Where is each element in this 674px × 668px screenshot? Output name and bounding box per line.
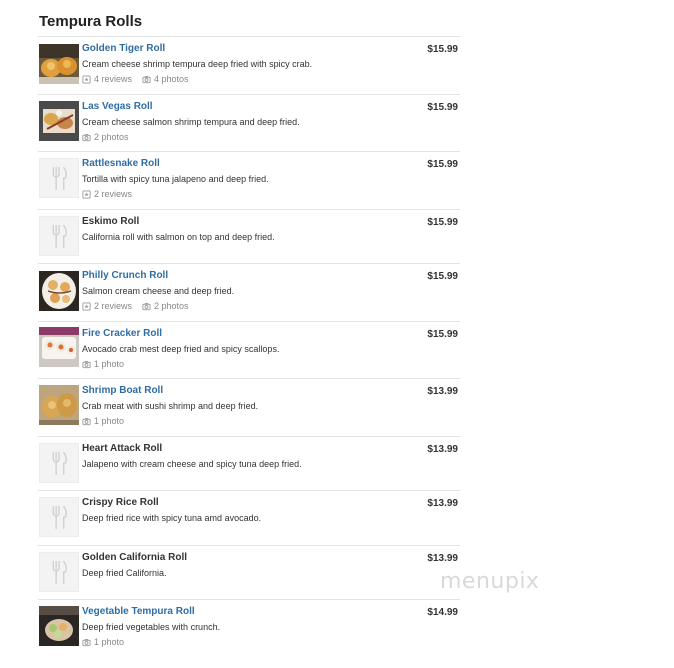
item-photo[interactable] xyxy=(39,101,79,141)
review-icon xyxy=(82,189,94,199)
menu-item: Golden California Roll $13.99 Deep fried C… xyxy=(38,545,460,599)
menu-item[interactable]: Shrimp Boat Roll $13.99 Crab meat with sus… xyxy=(38,378,460,436)
item-price: $15.99 xyxy=(427,271,458,282)
item-description: Cream cheese salmon shrimp tempura and d… xyxy=(82,117,300,127)
photos-link[interactable]: 1 photo xyxy=(82,416,124,426)
menu-item[interactable]: Rattlesnake Roll $15.99 Tortilla with spic… xyxy=(38,151,460,209)
reviews-count: 2 reviews xyxy=(94,189,133,199)
item-photo[interactable] xyxy=(39,44,79,84)
menu-item[interactable]: Las Vegas Roll $15.99 Cream cheese salmon … xyxy=(38,94,460,151)
photos-count: 4 photos xyxy=(154,74,189,84)
item-meta: 1 photo xyxy=(82,359,134,369)
item-description: Crab meat with sushi shrimp and deep fri… xyxy=(82,401,259,411)
item-price: $15.99 xyxy=(427,329,458,340)
reviews-count: 4 reviews xyxy=(94,74,133,84)
item-price: $15.99 xyxy=(427,102,458,113)
item-meta: 1 photo xyxy=(82,637,134,647)
item-description: Tortilla with spicy tuna jalapeno and de… xyxy=(82,174,269,184)
item-meta: 1 photo xyxy=(82,416,134,426)
item-description: Deep fried vegetables with crunch. xyxy=(82,622,221,632)
photos-count: 1 photo xyxy=(94,416,125,426)
item-name[interactable]: Las Vegas Roll xyxy=(82,101,153,112)
photos-link[interactable]: 2 photos xyxy=(82,132,129,142)
review-icon xyxy=(82,74,94,84)
item-meta: 2 photos xyxy=(82,132,139,142)
item-price: $15.99 xyxy=(427,217,458,228)
photos-link[interactable]: 1 photo xyxy=(82,637,124,647)
camera-icon xyxy=(82,638,94,647)
item-name: Heart Attack Roll xyxy=(82,443,163,454)
section-title: Tempura Rolls xyxy=(39,13,143,30)
camera-icon xyxy=(82,417,94,426)
item-name[interactable]: Rattlesnake Roll xyxy=(82,158,160,169)
item-name[interactable]: Vegetable Tempura Roll xyxy=(82,606,195,617)
item-price: $13.99 xyxy=(427,444,458,455)
camera-icon xyxy=(142,302,154,311)
menu-item[interactable]: Philly Crunch Roll $15.99 Salmon cream che… xyxy=(38,263,460,321)
item-price: $15.99 xyxy=(427,44,458,55)
menu-item: Eskimo Roll $15.99 California roll with sa… xyxy=(38,209,460,263)
item-photo[interactable] xyxy=(39,327,79,367)
watermark-logo: menupix xyxy=(440,569,540,594)
item-name[interactable]: Philly Crunch Roll xyxy=(82,270,168,281)
menu-item: Crispy Rice Roll $13.99 Deep fried rice wi… xyxy=(38,490,460,545)
item-name: Eskimo Roll xyxy=(82,216,140,227)
menu-item[interactable]: Vegetable Tempura Roll $14.99 Deep fried v… xyxy=(38,599,460,649)
item-price: $13.99 xyxy=(427,553,458,564)
camera-icon xyxy=(142,75,154,84)
camera-icon xyxy=(82,360,94,369)
item-price: $13.99 xyxy=(427,386,458,397)
utensils-placeholder-icon xyxy=(39,443,79,483)
item-description: Avocado crab mest deep fried and spicy s… xyxy=(82,344,280,354)
reviews-link[interactable]: 4 reviews xyxy=(82,74,132,84)
review-icon xyxy=(82,301,94,311)
camera-icon xyxy=(82,133,94,142)
item-name[interactable]: Golden Tiger Roll xyxy=(82,43,165,54)
item-description: Salmon cream cheese and deep fried. xyxy=(82,286,235,296)
photos-count: 2 photos xyxy=(154,301,189,311)
reviews-count: 2 reviews xyxy=(94,301,133,311)
photos-count: 1 photo xyxy=(94,637,125,647)
item-description: Deep fried rice with spicy tuna amd avoc… xyxy=(82,513,262,523)
photos-count: 2 photos xyxy=(94,132,129,142)
item-description: Cream cheese shrimp tempura deep fried w… xyxy=(82,59,313,69)
photos-count: 1 photo xyxy=(94,359,125,369)
menu-item[interactable]: Fire Cracker Roll $15.99 Avocado crab mest… xyxy=(38,321,460,378)
item-price: $14.99 xyxy=(427,607,458,618)
photos-link[interactable]: 1 photo xyxy=(82,359,124,369)
item-name[interactable]: Fire Cracker Roll xyxy=(82,328,162,339)
item-photo[interactable] xyxy=(39,385,79,425)
utensils-placeholder-icon xyxy=(39,158,79,198)
item-meta: 2 reviews 2 photos xyxy=(82,301,199,311)
item-photo[interactable] xyxy=(39,606,79,646)
item-name: Golden California Roll xyxy=(82,552,188,563)
item-name: Crispy Rice Roll xyxy=(82,497,159,508)
item-meta: 2 reviews xyxy=(82,189,142,199)
menu-item[interactable]: Golden Tiger Roll $15.99 Cream cheese shri… xyxy=(38,36,460,94)
photos-link[interactable]: 2 photos xyxy=(142,301,189,311)
photos-link[interactable]: 4 photos xyxy=(142,74,189,84)
item-meta: 4 reviews 4 photos xyxy=(82,74,199,84)
reviews-link[interactable]: 2 reviews xyxy=(82,189,132,199)
reviews-link[interactable]: 2 reviews xyxy=(82,301,132,311)
utensils-placeholder-icon xyxy=(39,552,79,592)
item-photo[interactable] xyxy=(39,271,79,311)
item-description: Jalapeno with cream cheese and spicy tun… xyxy=(82,459,302,469)
utensils-placeholder-icon xyxy=(39,216,79,256)
item-price: $13.99 xyxy=(427,498,458,509)
item-description: California roll with salmon on top and d… xyxy=(82,232,275,242)
item-price: $15.99 xyxy=(427,159,458,170)
item-name[interactable]: Shrimp Boat Roll xyxy=(82,385,163,396)
menu-item: Heart Attack Roll $13.99 Jalapeno with cre… xyxy=(38,436,460,490)
item-description: Deep fried California. xyxy=(82,568,167,578)
utensils-placeholder-icon xyxy=(39,497,79,537)
